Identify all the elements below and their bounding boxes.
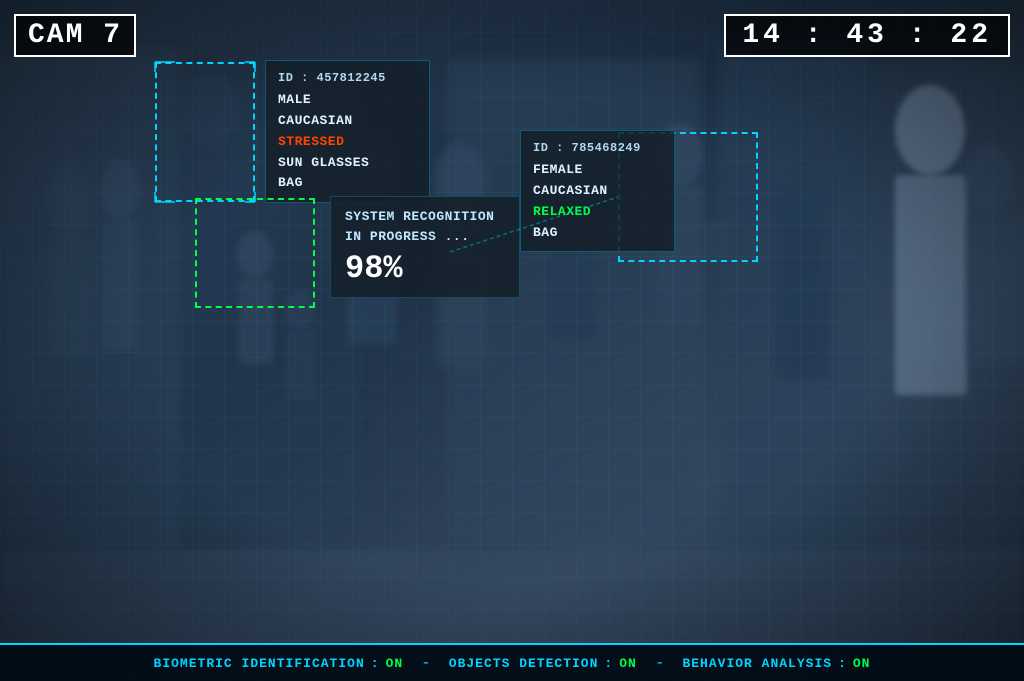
objects-label: OBJECTS DETECTION xyxy=(449,656,599,671)
separator-2: - xyxy=(655,654,665,672)
status-bar: BIOMETRIC IDENTIFICATION : ON - OBJECTS … xyxy=(0,643,1024,681)
attr-bag-1: BAG xyxy=(278,173,417,194)
cam-label: CAM 7 xyxy=(14,14,136,57)
separator-1: - xyxy=(421,654,431,672)
status-objects: OBJECTS DETECTION : ON xyxy=(449,656,637,671)
status-biometric: BIOMETRIC IDENTIFICATION : ON xyxy=(154,656,404,671)
attr-bag-2: BAG xyxy=(533,223,662,244)
attr-glasses: SUN GLASSES xyxy=(278,153,417,174)
colon-2: : xyxy=(604,656,613,671)
detection-id-1: ID : 457812245 xyxy=(278,69,417,88)
emotion-1: STRESSED xyxy=(278,132,417,153)
recognition-panel: SYSTEM RECOGNITIONIN PROGRESS ... 98% xyxy=(330,196,520,298)
objects-value: ON xyxy=(619,656,637,671)
behavior-value: ON xyxy=(853,656,871,671)
gender-2: FEMALE xyxy=(533,160,662,181)
biometric-value: ON xyxy=(386,656,404,671)
ethnicity-2: CAUCASIAN xyxy=(533,181,662,202)
info-panel-male: ID : 457812245 MALE CAUCASIAN STRESSED S… xyxy=(265,60,430,203)
colon-3: : xyxy=(838,656,847,671)
timestamp: 14 : 43 : 22 xyxy=(724,14,1010,57)
status-behavior: BEHAVIOR ANALYSIS : ON xyxy=(682,656,870,671)
vignette xyxy=(0,0,1024,681)
colon-1: : xyxy=(371,656,380,671)
gender-1: MALE xyxy=(278,90,417,111)
surveillance-screen: CAM 7 14 : 43 : 22 ID : 457812245 MALE C… xyxy=(0,0,1024,681)
info-panel-female: ID : 785468249 FEMALE CAUCASIAN RELAXED … xyxy=(520,130,675,252)
emotion-2: RELAXED xyxy=(533,202,662,223)
detection-box-male xyxy=(155,62,255,202)
behavior-label: BEHAVIOR ANALYSIS xyxy=(682,656,832,671)
ethnicity-1: CAUCASIAN xyxy=(278,111,417,132)
detection-id-2: ID : 785468249 xyxy=(533,139,662,158)
recognition-title: SYSTEM RECOGNITIONIN PROGRESS ... xyxy=(345,207,505,246)
recognition-box xyxy=(195,198,315,308)
recognition-percent: 98% xyxy=(345,250,505,287)
biometric-label: BIOMETRIC IDENTIFICATION xyxy=(154,656,365,671)
